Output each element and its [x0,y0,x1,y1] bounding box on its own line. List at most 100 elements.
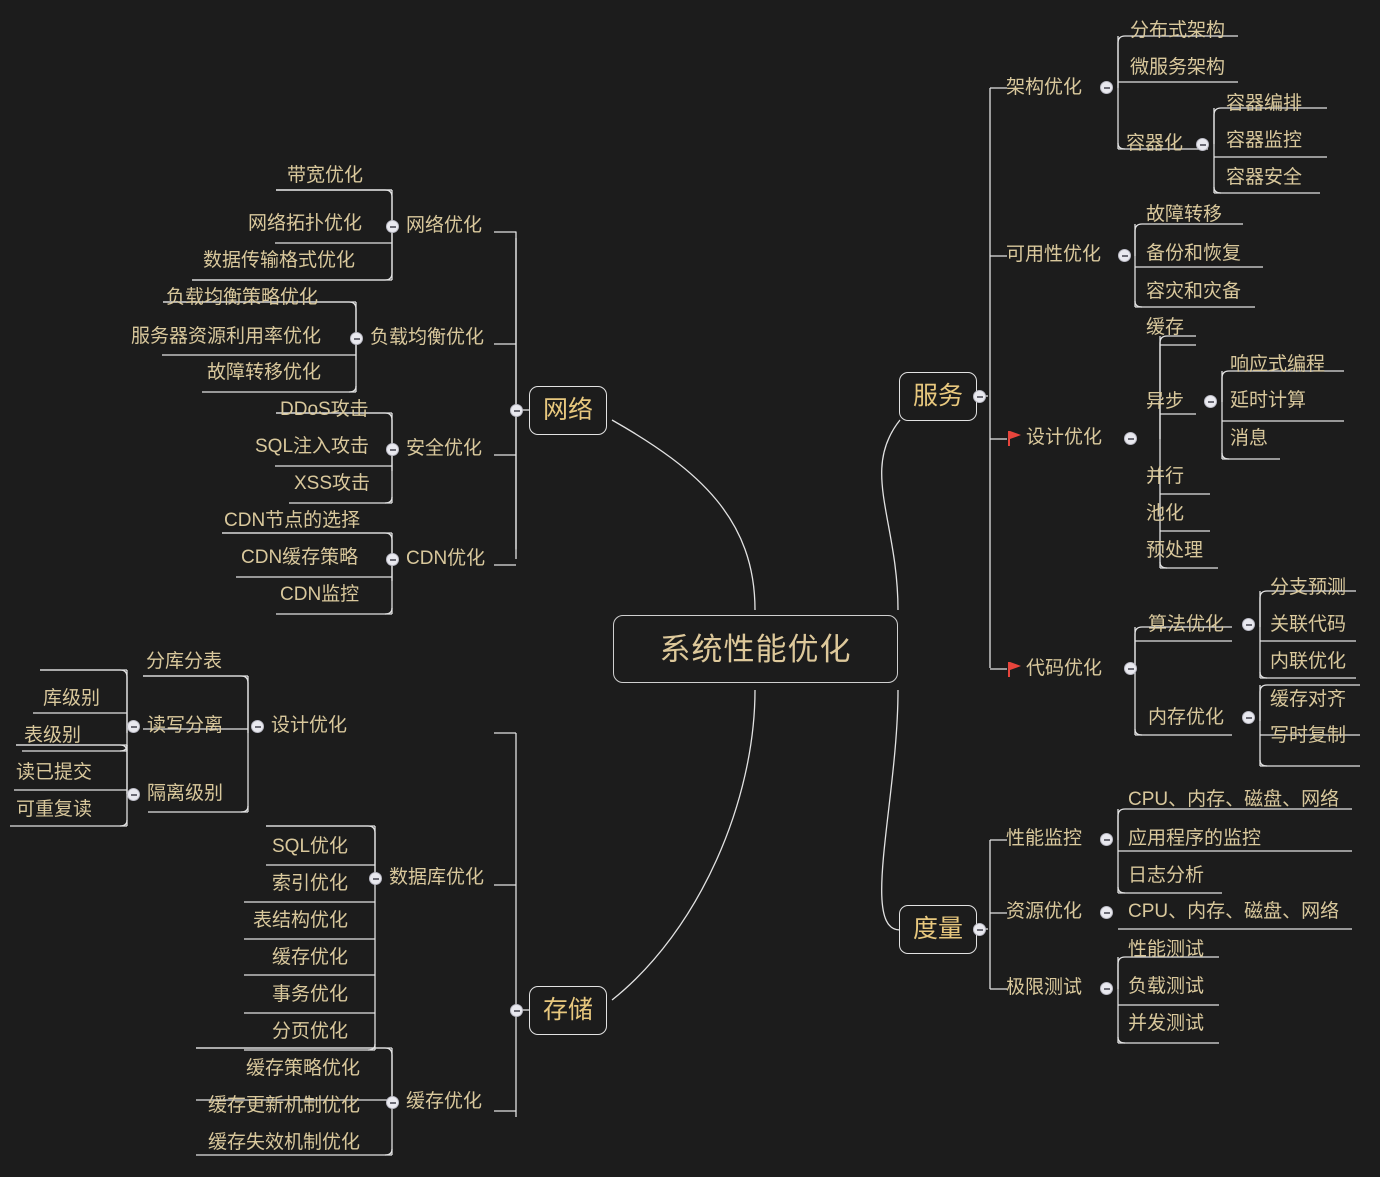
node-label: 容灾和灾备 [1146,281,1242,302]
collapse-toggle-algorithm-opt[interactable] [1242,618,1255,631]
collapse-toggle-cache-opt[interactable] [386,1096,399,1109]
collapse-toggle-metric[interactable] [973,923,986,936]
branch-node-metric[interactable]: 度量 [899,905,977,954]
node-database-opt[interactable]: 数据库优化 [389,868,484,887]
node-label: CDN缓存策略 [241,547,359,568]
node-label: 负载均衡策略优化 [166,287,319,308]
branch-node-network[interactable]: 网络 [529,386,607,435]
collapse-toggle-arch-opt[interactable] [1100,81,1113,94]
node-isolation-level[interactable]: 隔离级别 [147,784,223,803]
collapse-toggle-database-opt[interactable] [369,872,382,885]
node-cache-opt[interactable]: 缓存优化 [406,1092,482,1111]
node-label: 表结构优化 [253,910,349,931]
branch-node-service[interactable]: 服务 [899,372,977,421]
node-design-opt-db[interactable]: 设计优化 [271,716,347,735]
node-cache-invalidate-opt: 缓存失效机制优化 [208,1133,360,1152]
node-cpu-mem-disk-net-1: CPU、内存、磁盘、网络 [1128,790,1339,809]
node-arch-opt[interactable]: 架构优化 [1006,78,1082,97]
branch-label: 度量 [912,915,963,943]
node-cdn-opt[interactable]: CDN优化 [406,549,485,568]
node-label: 微服务架构 [1130,57,1226,78]
node-cache-strategy-opt: 缓存策略优化 [246,1059,360,1078]
node-network-opt[interactable]: 网络优化 [406,216,482,235]
node-label: 算法优化 [1148,614,1225,635]
node-code-opt[interactable]: 代码优化 [1008,659,1102,678]
node-label: 数据库优化 [389,867,485,888]
node-label: 缓存 [1146,317,1185,338]
node-topology-opt: 网络拓扑优化 [248,214,362,233]
node-preprocessing: 预处理 [1146,541,1203,560]
node-label: 库级别 [43,688,101,709]
node-limit-test[interactable]: 极限测试 [1006,978,1082,997]
node-algorithm-opt[interactable]: 算法优化 [1148,615,1224,634]
node-label: 可用性优化 [1006,244,1102,265]
collapse-toggle-containerization[interactable] [1196,138,1209,151]
node-label: CDN监控 [280,584,360,605]
node-label: XSS攻击 [294,473,371,494]
node-availability-opt[interactable]: 可用性优化 [1006,245,1101,264]
node-label: 消息 [1230,428,1269,449]
node-cdn-node-select: CDN节点的选择 [224,511,360,530]
node-message: 消息 [1230,429,1268,448]
node-load-test: 负载测试 [1128,977,1204,996]
node-security-opt[interactable]: 安全优化 [406,439,482,458]
node-transaction-opt: 事务优化 [272,985,348,1004]
node-label: 表级别 [24,725,82,746]
collapse-toggle-network[interactable] [510,404,523,417]
collapse-toggle-code-opt[interactable] [1124,662,1137,675]
collapse-toggle-isolation-level[interactable] [127,788,140,801]
collapse-toggle-availability-opt[interactable] [1118,249,1131,262]
node-label: 内存优化 [1148,707,1225,728]
branch-node-storage[interactable]: 存储 [529,986,607,1035]
node-label: 缓存失效机制优化 [208,1132,361,1153]
node-resource-opt[interactable]: 资源优化 [1006,902,1082,921]
collapse-toggle-load-balance-opt[interactable] [350,332,363,345]
node-label: 性能监控 [1006,828,1083,849]
branch-label: 存储 [542,996,593,1024]
node-label: CDN优化 [406,548,486,569]
collapse-toggle-service[interactable] [973,390,986,403]
node-log-analysis: 日志分析 [1128,866,1204,885]
node-read-write-split[interactable]: 读写分离 [147,716,223,735]
collapse-toggle-memory-opt[interactable] [1242,711,1255,724]
collapse-toggle-cdn-opt[interactable] [386,553,399,566]
node-label: CPU、内存、磁盘、网络 [1128,789,1340,810]
node-db-level: 库级别 [43,689,100,708]
node-pagination-opt: 分页优化 [272,1022,348,1041]
node-container-security: 容器安全 [1226,168,1302,187]
node-label: CPU、内存、磁盘、网络 [1128,901,1340,922]
node-perf-test: 性能测试 [1128,940,1204,959]
node-label: 设计优化 [271,715,348,736]
node-load-balance-opt[interactable]: 负载均衡优化 [370,328,484,347]
collapse-toggle-design-opt-db[interactable] [251,720,264,733]
node-perf-monitor[interactable]: 性能监控 [1006,829,1082,848]
node-cpu-mem-disk-net-2: CPU、内存、磁盘、网络 [1128,902,1339,921]
node-label: 异步 [1146,391,1185,412]
central-node-label: 系统性能优化 [659,631,852,667]
node-label: 故障转移优化 [207,362,322,383]
node-label: 分库分表 [146,651,223,672]
node-index-opt: 索引优化 [272,874,348,893]
collapse-toggle-design-opt[interactable] [1124,432,1137,445]
node-label: 读写分离 [147,715,224,736]
node-label: 性能测试 [1128,939,1205,960]
node-label: 分支预测 [1270,577,1347,598]
collapse-toggle-async[interactable] [1204,395,1217,408]
collapse-toggle-read-write-split[interactable] [127,720,140,733]
node-sql-injection: SQL注入攻击 [255,437,369,456]
collapse-toggle-resource-opt[interactable] [1100,906,1113,919]
collapse-toggle-limit-test[interactable] [1100,982,1113,995]
central-node[interactable]: 系统性能优化 [613,615,898,683]
node-async[interactable]: 异步 [1146,392,1184,411]
collapse-toggle-network-opt[interactable] [386,220,399,233]
node-containerization[interactable]: 容器化 [1126,134,1183,153]
node-label: 缓存优化 [272,947,349,968]
collapse-toggle-storage[interactable] [510,1004,523,1017]
node-pooling: 池化 [1146,504,1184,523]
node-memory-opt[interactable]: 内存优化 [1148,708,1224,727]
node-design-opt[interactable]: 设计优化 [1008,428,1102,447]
collapse-toggle-perf-monitor[interactable] [1100,833,1113,846]
collapse-toggle-security-opt[interactable] [386,443,399,456]
node-server-resource-util-opt: 服务器资源利用率优化 [131,327,321,346]
node-label: 极限测试 [1006,977,1083,998]
